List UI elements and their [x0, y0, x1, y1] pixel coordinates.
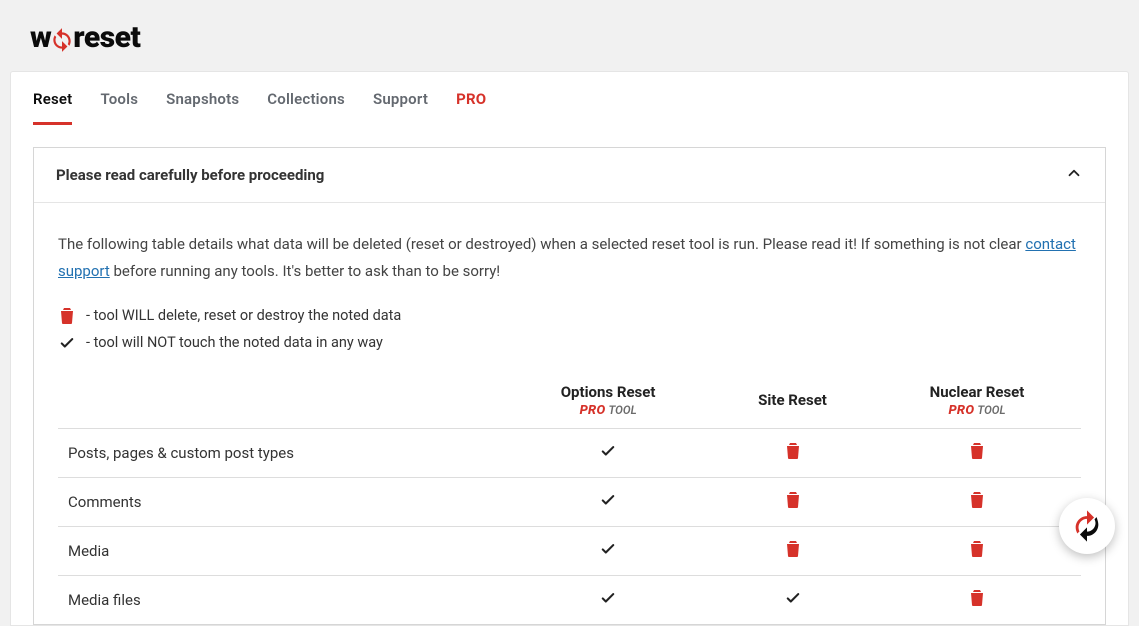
tab-snapshots[interactable]: Snapshots [166, 90, 239, 125]
check-icon [601, 493, 615, 507]
logo-row: w reset [0, 0, 1139, 71]
floating-refresh-button[interactable] [1059, 498, 1115, 554]
col-header: Options ResetPRO TOOL [504, 383, 712, 429]
brand-logo: w reset [30, 20, 140, 55]
check-icon [601, 542, 615, 556]
legend: - tool WILL delete, reset or destroy the… [58, 303, 1081, 357]
row-value [712, 477, 873, 526]
trash-icon [786, 443, 800, 459]
brand-text-left: w [30, 20, 51, 55]
row-label: Posts, pages & custom post types [58, 428, 504, 477]
row-value [873, 477, 1081, 526]
row-value [712, 575, 873, 624]
trash-icon [786, 492, 800, 508]
table-row: Comments [58, 477, 1081, 526]
trash-icon [970, 492, 984, 508]
trash-icon [970, 541, 984, 557]
accordion-title: Please read carefully before proceeding [56, 166, 324, 184]
tab-reset[interactable]: Reset [33, 90, 72, 125]
chevron-up-icon [1065, 164, 1083, 186]
trash-icon [58, 308, 76, 324]
intro-after: before running any tools. It's better to… [110, 262, 500, 280]
row-value [504, 575, 712, 624]
check-icon [601, 444, 615, 458]
warning-accordion: Please read carefully before proceeding … [33, 147, 1106, 625]
tab-tools[interactable]: Tools [100, 90, 138, 125]
main-panel: Reset Tools Snapshots Collections Support PRO… [10, 71, 1129, 626]
refresh-icon [49, 27, 75, 53]
trash-icon [786, 541, 800, 557]
brand-text-right: reset [73, 20, 140, 55]
row-value [504, 477, 712, 526]
row-value [873, 526, 1081, 575]
row-value [504, 428, 712, 477]
row-label: Media [58, 526, 504, 575]
check-icon [58, 336, 76, 350]
table-row: Media [58, 526, 1081, 575]
table-row: Posts, pages & custom post types [58, 428, 1081, 477]
row-value [712, 526, 873, 575]
row-value [873, 428, 1081, 477]
legend-keep-text: - tool will NOT touch the noted data in … [86, 330, 383, 357]
legend-delete-row: - tool WILL delete, reset or destroy the… [58, 303, 1081, 330]
legend-keep-row: - tool will NOT touch the noted data in … [58, 330, 1081, 357]
col-header: Nuclear ResetPRO TOOL [873, 383, 1081, 429]
tab-collections[interactable]: Collections [267, 90, 345, 125]
row-label: Media files [58, 575, 504, 624]
tab-support[interactable]: Support [373, 90, 428, 125]
table-row: Media files [58, 575, 1081, 624]
col-header: Site Reset [712, 383, 873, 429]
tab-pro[interactable]: PRO [456, 90, 486, 125]
trash-icon [970, 443, 984, 459]
intro-text: The following table details what data wi… [58, 231, 1081, 285]
row-label: Comments [58, 477, 504, 526]
accordion-header[interactable]: Please read carefully before proceeding [34, 148, 1105, 203]
row-value [873, 575, 1081, 624]
legend-delete-text: - tool WILL delete, reset or destroy the… [86, 303, 401, 330]
comparison-table: Options ResetPRO TOOLSite ResetNuclear R… [58, 383, 1081, 624]
row-value [712, 428, 873, 477]
intro-before: The following table details what data wi… [58, 235, 1025, 253]
row-value [504, 526, 712, 575]
accordion-body: The following table details what data wi… [34, 203, 1105, 624]
tabs: Reset Tools Snapshots Collections Support PRO [11, 72, 1128, 125]
col-header-empty [58, 383, 504, 429]
